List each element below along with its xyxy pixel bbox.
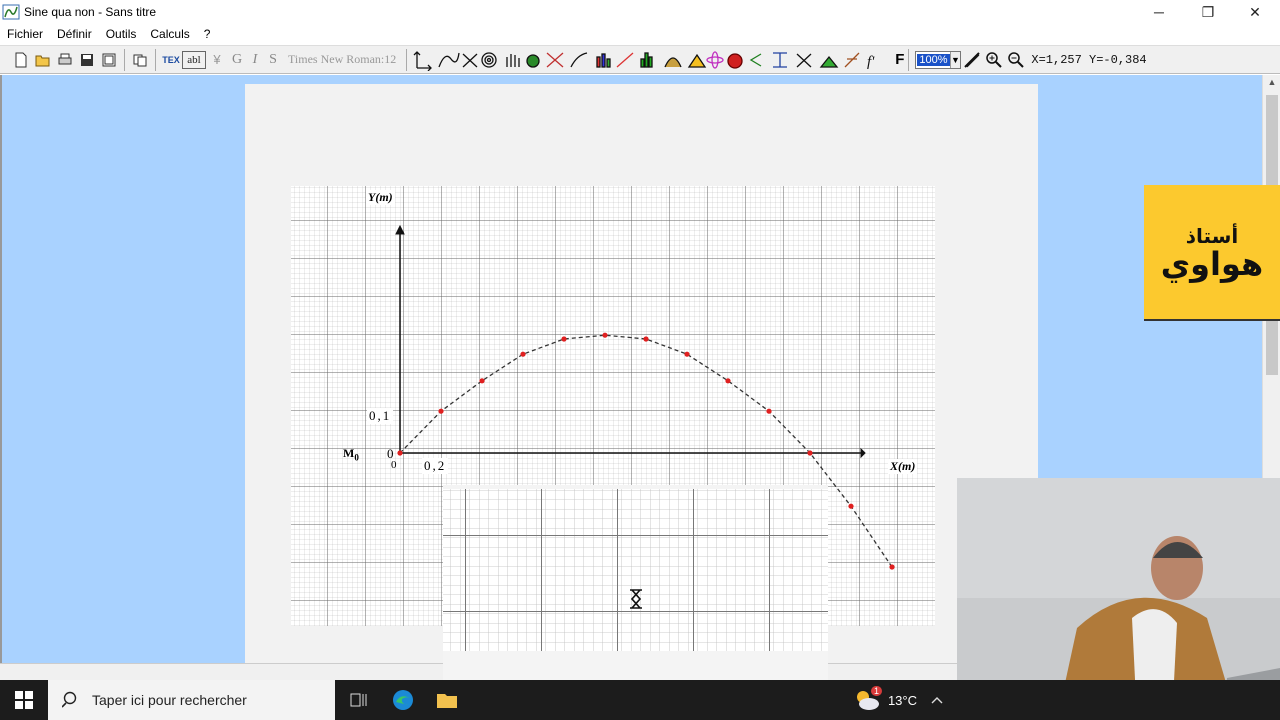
screen: Sine qua non - Sans titre ─ ❐ ✕ Fichier … [0, 0, 1280, 720]
chevron-up-icon[interactable] [917, 680, 957, 720]
windows-start-icon[interactable] [0, 680, 48, 720]
save-icon[interactable] [76, 49, 98, 71]
app-icon [2, 4, 20, 20]
search-placeholder: Taper ici pour rechercher [92, 692, 247, 708]
x-axis-label: X(m) [888, 459, 918, 474]
weather-badge: 1 [870, 686, 882, 696]
toolbar-separator [124, 48, 125, 71]
tex-button[interactable]: TEX [160, 49, 182, 71]
menu-bar: Fichier Définir Outils Calculs ? [0, 24, 1280, 44]
logo-line2: هواوي [1160, 245, 1264, 283]
toolbar-separator [406, 48, 408, 71]
edge-browser-icon[interactable] [381, 680, 425, 720]
zoom-value: 100% [917, 53, 950, 66]
cursor-coordinates: X=1,257 Y=-0,384 [1031, 52, 1147, 67]
trajectory-point [479, 378, 485, 384]
new-file-icon[interactable] [10, 49, 32, 71]
channel-logo: أستاذ هواوي [1144, 185, 1280, 321]
f-button[interactable]: F [895, 51, 904, 68]
trajectory-point [520, 351, 526, 357]
trajectory-point [561, 336, 567, 342]
trajectory-point [889, 564, 895, 570]
text-tool-button[interactable]: abl [182, 50, 206, 69]
weather-icon[interactable]: 1 [852, 680, 882, 720]
chevron-down-icon[interactable]: ▼ [949, 51, 961, 68]
restore-button[interactable]: ❐ [1185, 0, 1231, 24]
task-view-icon[interactable] [337, 680, 381, 720]
format-icon[interactable]: ¥ [206, 49, 228, 71]
italic-button[interactable]: I [246, 52, 264, 68]
menu-help[interactable]: ? [197, 27, 218, 41]
trajectory-point [766, 408, 772, 414]
zoom-in-icon[interactable] [983, 49, 1005, 71]
save-as-icon[interactable] [98, 49, 120, 71]
y-tick-label: 0,1 [367, 408, 394, 424]
y-axis-label: Y(m) [366, 190, 395, 205]
scroll-up-icon[interactable]: ▲ [1263, 77, 1280, 87]
menu-fichier[interactable]: Fichier [0, 27, 50, 41]
search-icon [62, 691, 77, 708]
taskbar-search-box[interactable]: Taper ici pour rechercher [48, 680, 335, 720]
pencil-icon[interactable] [961, 49, 983, 71]
trajectory-point [807, 450, 813, 456]
zoom-out-icon[interactable] [1005, 49, 1027, 71]
trajectory-point [397, 450, 403, 456]
weather-temperature: 13°C [887, 692, 917, 708]
x-tick-label: 0,2 [422, 458, 449, 474]
menu-definir[interactable]: Définir [50, 27, 99, 41]
zoom-select[interactable]: 100% ▼ [915, 50, 962, 69]
origin-point-subscript: 0 [354, 452, 359, 463]
window-title: Sine qua non - Sans titre [24, 5, 157, 19]
trajectory-point [725, 378, 731, 384]
f-prime-label: f' [867, 54, 875, 70]
trajectory-point [684, 351, 690, 357]
trajectory-point [602, 332, 608, 338]
toolbar-separator [908, 48, 910, 71]
origin-point-letter: M [343, 446, 355, 460]
magnified-grid-popup [443, 485, 828, 705]
trajectory-point [643, 336, 649, 342]
origin-x-label: 0 [391, 459, 397, 471]
menu-outils[interactable]: Outils [99, 27, 144, 41]
strike-button[interactable]: S [264, 52, 282, 68]
title-bar: Sine qua non - Sans titre ─ ❐ ✕ [0, 0, 1280, 24]
menu-calculs[interactable]: Calculs [143, 27, 196, 41]
taskbar: Taper ici pour rechercher 1 13°C [0, 680, 1280, 720]
file-explorer-icon[interactable] [425, 680, 469, 720]
print-icon[interactable] [54, 49, 76, 71]
bold-button[interactable]: G [228, 52, 246, 68]
open-folder-icon[interactable] [32, 49, 54, 71]
close-button[interactable]: ✕ [1232, 0, 1278, 24]
toolbar: TEX abl ¥ G I S Times New Roman:12 f' F … [0, 45, 1280, 74]
origin-point-label: M0 [341, 446, 361, 462]
trajectory-point [848, 503, 854, 509]
font-selector[interactable]: Times New Roman:12 [282, 52, 402, 67]
toolbar-separator [155, 48, 156, 71]
minimize-button[interactable]: ─ [1136, 0, 1182, 24]
copy-icon[interactable] [129, 49, 151, 71]
trajectory-point [438, 408, 444, 414]
graph-tools-strip[interactable]: f' [411, 49, 891, 71]
